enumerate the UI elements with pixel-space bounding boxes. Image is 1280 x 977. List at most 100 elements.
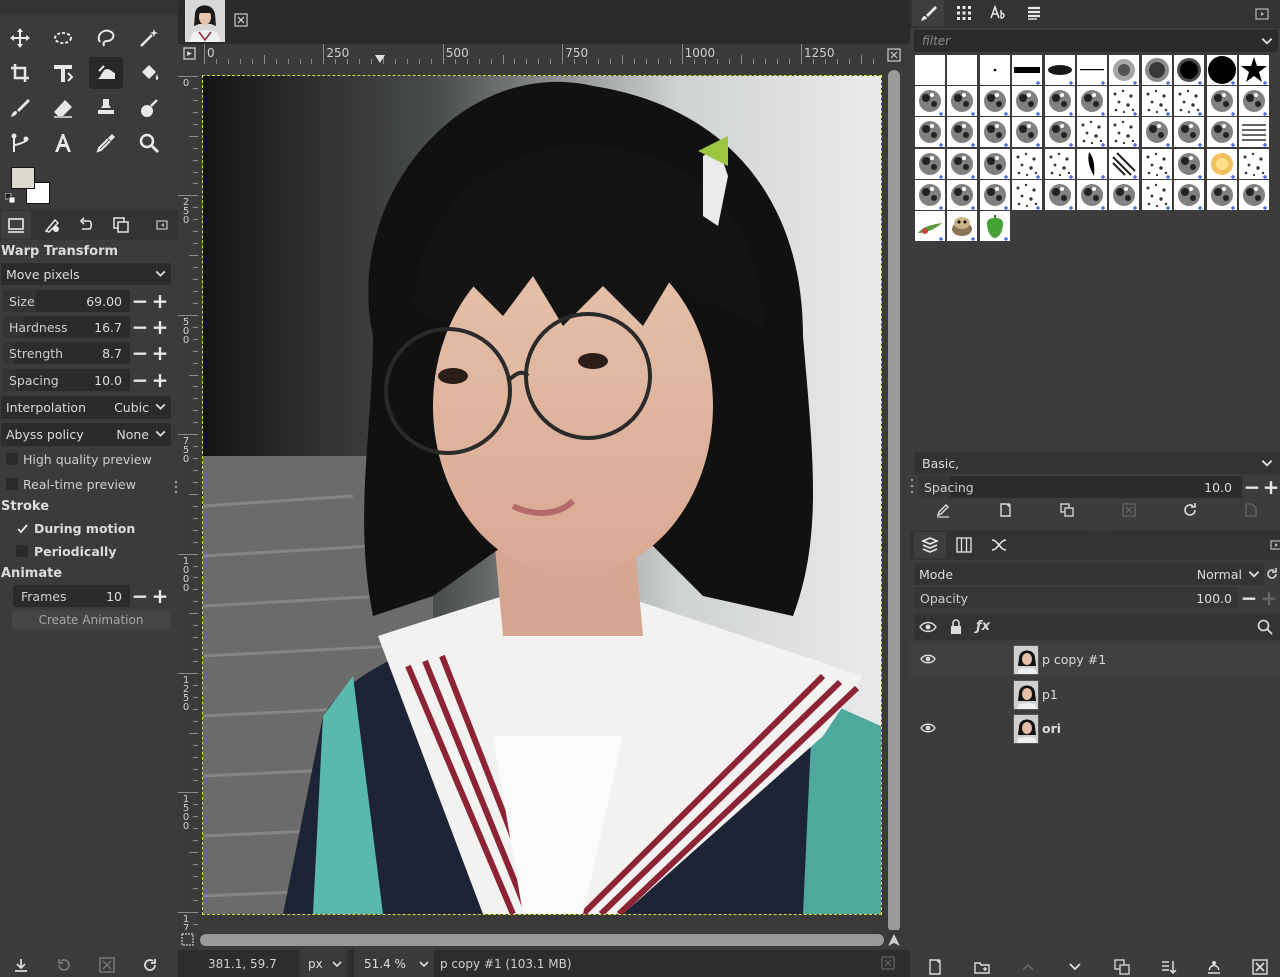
images-tab-icon[interactable] (106, 211, 136, 239)
brush-preset[interactable] (1239, 55, 1269, 85)
brush-preset[interactable] (947, 179, 978, 210)
layer-visibility-eye-icon[interactable] (920, 652, 936, 666)
brush-preset[interactable] (1044, 148, 1075, 179)
layers-tab-icon[interactable] (914, 532, 946, 558)
brush-as-image-icon[interactable] (1241, 500, 1261, 520)
brush-preset[interactable] (947, 55, 978, 85)
during-motion-checkbox[interactable] (16, 522, 29, 535)
size-increase-button[interactable]: + (152, 291, 169, 311)
brush-preset[interactable] (1109, 86, 1140, 117)
horizontal-scroll-thumb[interactable] (200, 934, 884, 946)
brush-preset[interactable] (1109, 179, 1140, 210)
eraser-icon[interactable] (46, 92, 80, 124)
brush-preset[interactable] (1077, 86, 1107, 117)
search-icon[interactable] (1256, 618, 1274, 636)
vertical-scrollbar[interactable] (884, 44, 906, 932)
image-canvas[interactable] (198, 64, 884, 930)
document-history-tab-icon[interactable] (1018, 0, 1050, 26)
zoom-tool-icon[interactable] (132, 127, 166, 159)
paths-tab-icon[interactable] (983, 532, 1015, 558)
foreground-color-swatch[interactable] (11, 167, 35, 189)
lock-icon[interactable] (948, 618, 964, 636)
new-layer-icon[interactable] (926, 958, 946, 977)
brush-preset[interactable] (947, 86, 978, 117)
hardness-increase-button[interactable]: + (152, 317, 169, 337)
brush-preset[interactable] (1109, 55, 1140, 85)
layer-row[interactable]: p1 (910, 677, 1280, 712)
brush-preset[interactable] (947, 148, 978, 179)
brush-preset[interactable] (1077, 179, 1107, 210)
new-brush-icon[interactable] (995, 500, 1015, 520)
brush-preset[interactable] (1206, 148, 1237, 179)
brush-preset[interactable] (1109, 117, 1140, 148)
text-tool-icon[interactable] (46, 127, 80, 159)
effects-fx-icon[interactable]: ƒx (976, 619, 990, 634)
drag-handle-icon[interactable] (910, 477, 914, 495)
brush-preset[interactable] (1077, 55, 1107, 85)
delete-brush-icon[interactable] (1119, 500, 1139, 520)
paintbrush-icon[interactable] (3, 92, 37, 124)
configure-tab-icon[interactable] (150, 211, 174, 239)
layer-visibility-toggle[interactable] (920, 687, 936, 701)
brush-preset-select[interactable]: Basic, (914, 452, 1280, 474)
unified-transform-icon[interactable] (46, 57, 80, 89)
brush-preset[interactable] (1206, 86, 1237, 117)
lower-layer-icon[interactable] (1066, 958, 1086, 977)
brush-preset[interactable] (1174, 86, 1205, 117)
brushes-tab-icon[interactable] (912, 0, 944, 26)
brush-preset[interactable] (1012, 179, 1043, 210)
realtime-preview-checkbox[interactable] (6, 478, 18, 490)
brush-preset[interactable] (979, 117, 1010, 148)
brush-preset[interactable] (1044, 117, 1075, 148)
reset-options-icon[interactable] (141, 956, 161, 976)
brush-preset[interactable] (979, 148, 1010, 179)
brush-preset[interactable] (1239, 117, 1269, 148)
abyss-policy-select[interactable]: Abyss policy None (1, 423, 171, 446)
close-image-icon[interactable] (234, 13, 248, 27)
brush-preset[interactable] (1206, 117, 1237, 148)
brush-spacing-increase-button[interactable]: + (1263, 477, 1280, 497)
default-colors-icon[interactable] (4, 192, 16, 204)
brush-filter-input[interactable]: filter (914, 30, 1278, 52)
strength-increase-button[interactable]: + (152, 343, 169, 363)
brush-preset[interactable] (1174, 117, 1205, 148)
channels-tab-icon[interactable] (948, 532, 980, 558)
paths-tool-icon[interactable] (3, 127, 37, 159)
edit-brush-icon[interactable] (933, 500, 953, 520)
create-animation-button[interactable]: Create Animation (12, 610, 170, 630)
image-tab-thumbnail[interactable] (185, 0, 225, 42)
strength-decrease-button[interactable]: − (132, 343, 149, 363)
brush-preset[interactable] (915, 55, 945, 85)
brush-preset[interactable] (1044, 86, 1075, 117)
bucket-fill-icon[interactable] (132, 57, 166, 89)
opacity-decrease-button[interactable]: − (1241, 588, 1258, 608)
ellipse-select-icon[interactable] (46, 22, 80, 54)
layer-visibility-eye-icon[interactable] (920, 721, 936, 735)
undo-history-tab-icon[interactable] (71, 211, 101, 239)
brush-preset[interactable] (947, 117, 978, 148)
brush-preset[interactable] (1012, 148, 1043, 179)
spacing-increase-button[interactable]: + (152, 370, 169, 390)
brush-preset[interactable] (1174, 55, 1205, 85)
merge-down-icon[interactable] (1159, 958, 1179, 977)
frames-increase-button[interactable]: + (152, 586, 169, 606)
brush-preset[interactable] (1141, 86, 1172, 117)
frames-decrease-button[interactable]: − (132, 586, 149, 606)
strength-slider[interactable]: Strength 8.7 (3, 342, 130, 364)
delete-layer-icon[interactable] (1251, 958, 1271, 977)
brush-preset[interactable] (1141, 55, 1172, 85)
vertical-scroll-thumb[interactable] (888, 70, 900, 932)
brush-preset[interactable] (947, 211, 978, 241)
brush-preset[interactable] (1239, 148, 1269, 179)
brush-preset[interactable] (1141, 179, 1172, 210)
warp-behavior-select[interactable]: Move pixels (1, 263, 171, 285)
hardness-slider[interactable]: Hardness 16.7 (3, 316, 130, 338)
unit-select[interactable]: px (299, 950, 347, 977)
raise-layer-icon[interactable] (1019, 958, 1039, 977)
brush-preset[interactable] (1012, 55, 1043, 85)
brush-preset[interactable] (1206, 179, 1237, 210)
panel-separator-handle[interactable] (1092, 522, 1106, 533)
interpolation-select[interactable]: Interpolation Cubic (1, 396, 171, 419)
add-mask-icon[interactable] (1205, 958, 1225, 977)
brush-preset[interactable] (1239, 179, 1269, 210)
